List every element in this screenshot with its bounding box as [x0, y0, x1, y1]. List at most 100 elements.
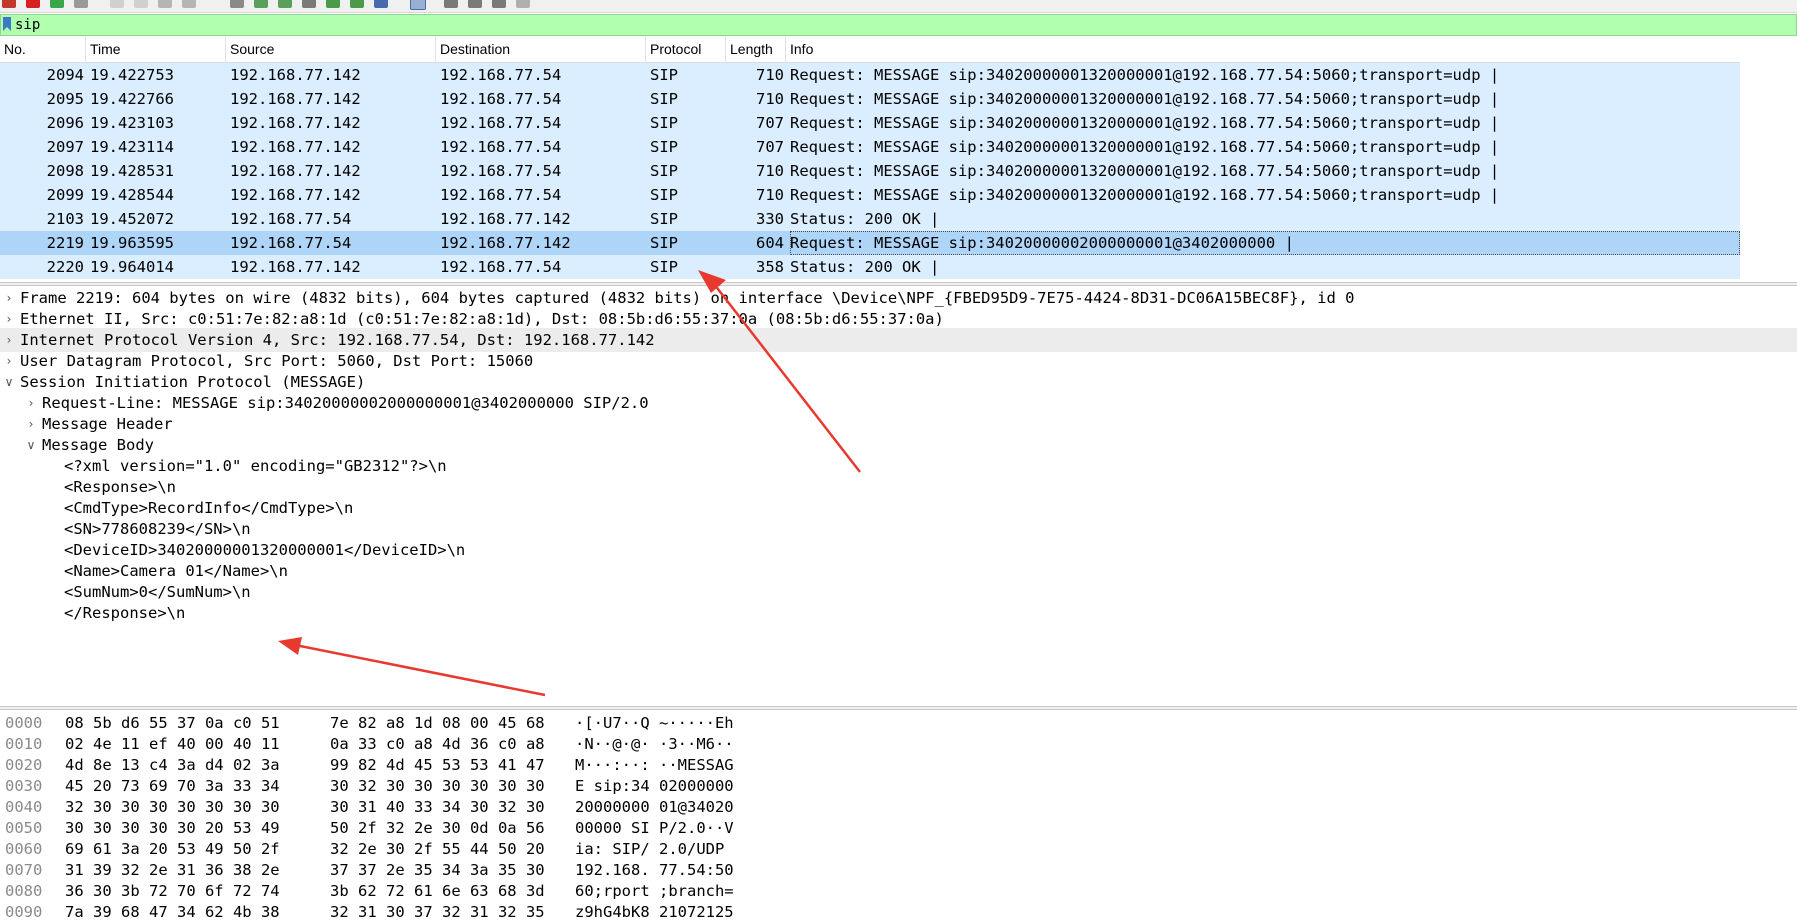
stop-icon[interactable]: [26, 0, 40, 8]
column-header-protocol[interactable]: Protocol: [646, 37, 726, 62]
hex-bytes-second: 50 2f 32 2e 30 0d 0a 56: [330, 819, 545, 837]
cell-info: Request: MESSAGE sip:3402000000200000000…: [790, 231, 1740, 255]
packet-row[interactable]: 2095 19.422766 192.168.77.142 192.168.77.54…: [0, 87, 1740, 111]
column-header-info[interactable]: Info: [786, 37, 1740, 62]
colorize-icon[interactable]: [410, 0, 426, 10]
cell-source: 192.168.77.54: [230, 234, 352, 252]
packet-list: No. Time Source Destination Protocol Len…: [0, 37, 1797, 282]
zoom-out-icon[interactable]: [468, 0, 482, 8]
hex-ascii: ·N··@·@· ·3··M6··: [575, 735, 734, 753]
cell-time: 19.422766: [90, 90, 174, 108]
cell-destination: 192.168.77.54: [440, 114, 562, 132]
hex-bytes-first: 31 39 32 2e 31 36 38 2e: [65, 861, 280, 879]
cell-destination: 192.168.77.54: [440, 66, 562, 84]
cell-info: Request: MESSAGE sip:3402000000132000000…: [790, 90, 1500, 108]
cell-protocol: SIP: [650, 138, 678, 156]
autoscroll-icon[interactable]: [374, 0, 388, 8]
cell-time: 19.428531: [90, 162, 174, 180]
cell-length: 710: [756, 66, 784, 84]
packet-row[interactable]: 2220 19.964014 192.168.77.142 192.168.77.54…: [0, 255, 1740, 279]
first-packet-icon[interactable]: [326, 0, 340, 8]
hex-offset: 0050: [5, 819, 43, 837]
detail-tree-item[interactable]: </Response>\n: [0, 601, 1797, 625]
cell-destination: 192.168.77.142: [440, 210, 571, 228]
find-packet-icon[interactable]: [230, 0, 244, 8]
packet-row[interactable]: 2219 19.963595 192.168.77.54 192.168.77.142…: [0, 231, 1740, 255]
capture-options-icon[interactable]: [74, 0, 88, 8]
bookmark-icon[interactable]: [3, 17, 11, 31]
cell-no: 2099: [46, 186, 84, 204]
detail-tree-text: </Response>\n: [64, 604, 186, 622]
cell-no: 2097: [46, 138, 84, 156]
packet-row[interactable]: 2096 19.423103 192.168.77.142 192.168.77.54…: [0, 111, 1740, 135]
hex-bytes-second: 7e 82 a8 1d 08 00 45 68: [330, 714, 545, 732]
cell-protocol: SIP: [650, 258, 678, 276]
hex-ascii: 60;rport ;branch=: [575, 882, 734, 900]
display-filter-input[interactable]: [15, 15, 1715, 35]
hex-bytes-first: 69 61 3a 20 53 49 50 2f: [65, 840, 280, 858]
hex-offset: 0020: [5, 756, 43, 774]
hex-ascii: 00000 SI P/2.0··V: [575, 819, 734, 837]
cell-no: 2096: [46, 114, 84, 132]
cell-protocol: SIP: [650, 186, 678, 204]
go-back-icon[interactable]: [254, 0, 268, 8]
open-file-icon[interactable]: [110, 0, 124, 8]
cell-protocol: SIP: [650, 114, 678, 132]
pane-splitter-bottom[interactable]: [0, 706, 1797, 710]
packet-row[interactable]: 2103 19.452072 192.168.77.54 192.168.77.142…: [0, 207, 1740, 231]
cell-info: Status: 200 OK |: [790, 210, 940, 228]
packet-row[interactable]: 2097 19.423114 192.168.77.142 192.168.77.54…: [0, 135, 1740, 159]
cell-time: 19.428544: [90, 186, 174, 204]
cell-time: 19.963595: [90, 234, 174, 252]
cell-info: Request: MESSAGE sip:3402000000132000000…: [790, 114, 1500, 132]
cell-source: 192.168.77.142: [230, 162, 361, 180]
hex-bytes-second: 37 37 2e 35 34 3a 35 30: [330, 861, 545, 879]
hex-offset: 0060: [5, 840, 43, 858]
cell-source: 192.168.77.54: [230, 210, 352, 228]
hex-bytes-first: 45 20 73 69 70 3a 33 34: [65, 777, 280, 795]
cell-info: Request: MESSAGE sip:3402000000132000000…: [790, 138, 1500, 156]
hex-bytes-first: 02 4e 11 ef 40 00 40 11: [65, 735, 280, 753]
column-header-destination[interactable]: Destination: [436, 37, 646, 62]
packet-row[interactable]: 2099 19.428544 192.168.77.142 192.168.77.54…: [0, 183, 1740, 207]
column-header-no[interactable]: No.: [0, 37, 86, 62]
normal-size-icon[interactable]: [492, 0, 506, 8]
hex-bytes-second: 30 32 30 30 30 30 30 30: [330, 777, 545, 795]
column-header-length[interactable]: Length: [726, 37, 786, 62]
save-file-icon[interactable]: [134, 0, 148, 8]
cell-no: 2103: [46, 210, 84, 228]
packet-row[interactable]: 2094 19.422753 192.168.77.142 192.168.77.54…: [0, 63, 1740, 87]
go-forward-icon[interactable]: [278, 0, 292, 8]
cell-protocol: SIP: [650, 66, 678, 84]
cell-info: Request: MESSAGE sip:3402000000132000000…: [790, 162, 1500, 180]
cell-length: 710: [756, 162, 784, 180]
close-file-icon[interactable]: [158, 0, 172, 8]
hex-bytes-first: 30 30 30 30 30 20 53 49: [65, 819, 280, 837]
cell-length: 330: [756, 210, 784, 228]
last-packet-icon[interactable]: [350, 0, 364, 8]
zoom-in-icon[interactable]: [444, 0, 458, 8]
hex-bytes-first: 4d 8e 13 c4 3a d4 02 3a: [65, 756, 280, 774]
cell-protocol: SIP: [650, 162, 678, 180]
hex-bytes-first: 08 5b d6 55 37 0a c0 51: [65, 714, 280, 732]
cell-destination: 192.168.77.54: [440, 138, 562, 156]
display-filter-bar: [0, 14, 1797, 36]
column-header-source[interactable]: Source: [226, 37, 436, 62]
hex-ascii: 20000000 01@34020: [575, 798, 734, 816]
cell-destination: 192.168.77.54: [440, 162, 562, 180]
cell-protocol: SIP: [650, 210, 678, 228]
packet-list-header: No. Time Source Destination Protocol Len…: [0, 37, 1740, 63]
stop-capture-icon[interactable]: [2, 0, 16, 8]
reload-icon[interactable]: [182, 0, 196, 8]
hex-offset: 0090: [5, 903, 43, 921]
hex-bytes-second: 0a 33 c0 a8 4d 36 c0 a8: [330, 735, 545, 753]
cell-info: Request: MESSAGE sip:3402000000132000000…: [790, 186, 1500, 204]
go-to-packet-icon[interactable]: [302, 0, 316, 8]
packet-row[interactable]: 2098 19.428531 192.168.77.142 192.168.77.54…: [0, 159, 1740, 183]
restart-capture-icon[interactable]: [50, 0, 64, 8]
cell-source: 192.168.77.142: [230, 66, 361, 84]
column-header-time[interactable]: Time: [86, 37, 226, 62]
cell-length: 707: [756, 138, 784, 156]
resize-columns-icon[interactable]: [516, 0, 530, 8]
hex-offset: 0010: [5, 735, 43, 753]
